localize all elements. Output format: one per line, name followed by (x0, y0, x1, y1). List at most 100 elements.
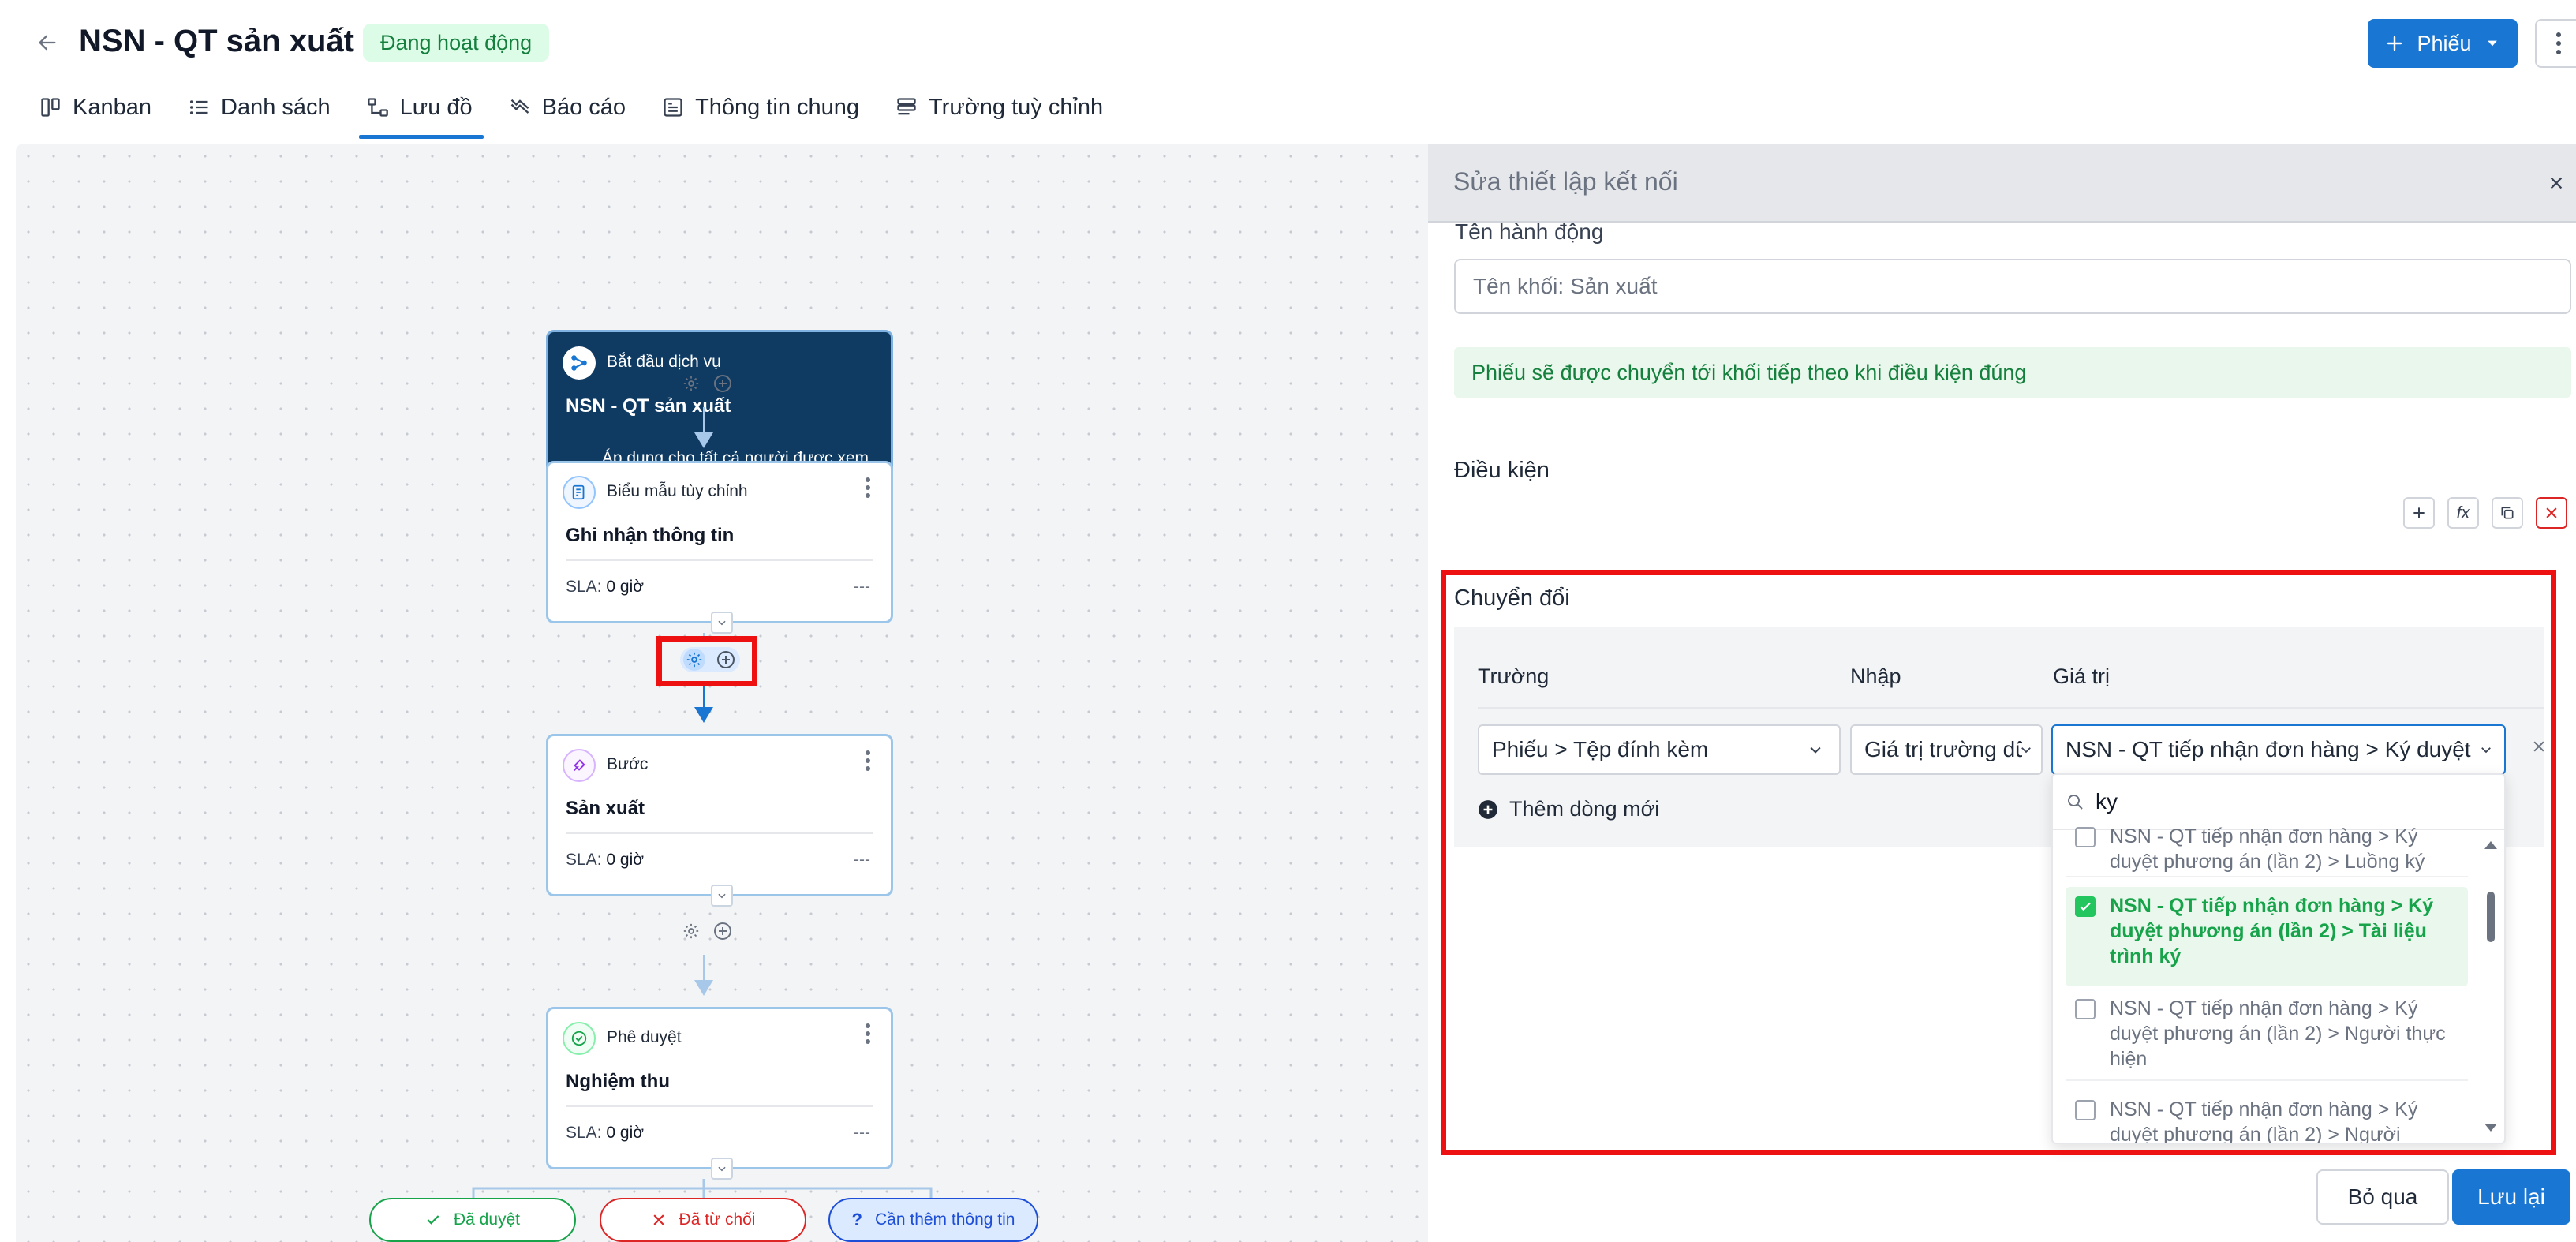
skip-button[interactable]: Bỏ qua (2316, 1169, 2449, 1225)
node-name: Sản xuất (566, 798, 645, 819)
sla-value: 0 giờ (606, 578, 645, 596)
sla-label: SLA: (566, 578, 602, 596)
node-type: Bước (607, 755, 649, 773)
plus-circle-icon (714, 375, 731, 392)
node-sla: SLA: 0 giờ (566, 1124, 644, 1143)
report-icon (510, 99, 529, 114)
plus-icon (2413, 507, 2425, 518)
connector-settings-button[interactable] (680, 920, 702, 942)
caret-down-icon (2487, 40, 2497, 47)
connector-arrow (694, 980, 713, 996)
save-button[interactable]: Lưu lại (2452, 1169, 2570, 1225)
connector-line (703, 955, 705, 982)
outcome-approved[interactable]: Đã duyệt (369, 1198, 576, 1242)
create-ticket-label: Phiếu (2417, 31, 2472, 55)
outcome-label: Đã từ chối (679, 1210, 756, 1229)
plus-icon (2387, 36, 2402, 51)
kebab-icon (2556, 32, 2561, 54)
approval-icon (563, 1022, 596, 1055)
tab-label: Trường tuỳ chỉnh (929, 94, 1104, 120)
node-sla: SLA: 0 giờ (566, 578, 644, 597)
tab-label: Thông tin chung (695, 94, 860, 120)
outcome-label: Đã duyệt (453, 1210, 521, 1229)
node-type: Phê duyệt (607, 1028, 682, 1046)
tab-label: Báo cáo (541, 94, 626, 120)
tab-custom-fields[interactable]: Trường tuỳ chỉnh (895, 85, 1103, 129)
tab-flowchart[interactable]: Lưu đồ (358, 85, 484, 139)
node-menu-button[interactable] (866, 477, 872, 498)
form-icon (563, 476, 596, 509)
close-icon (2550, 177, 2563, 189)
info-message: Phiếu sẽ được chuyển tới khối tiếp theo … (1454, 347, 2571, 398)
sla-value: 0 giờ (606, 851, 645, 869)
connector-arrow-active (694, 707, 713, 723)
sla-extra: --- (854, 578, 870, 596)
connector-controls (680, 920, 734, 942)
sla-label: SLA: (566, 1124, 602, 1142)
node-name: Ghi nhận thông tin (566, 525, 735, 546)
flowchart-icon (367, 98, 388, 117)
action-name-input[interactable]: Tên khối: Sản xuất (1454, 259, 2571, 314)
node-type: Bắt đầu dịch vụ (607, 353, 721, 371)
connector-controls (680, 372, 734, 395)
node-name: NSN - QT sản xuất (566, 395, 731, 417)
connector-settings-button[interactable] (680, 372, 702, 395)
chevron-down-icon (718, 1166, 726, 1172)
add-node-button[interactable] (712, 372, 734, 395)
status-badge: Đang hoạt động (363, 24, 550, 62)
add-node-button[interactable] (712, 920, 734, 942)
collapse-toggle[interactable] (711, 885, 733, 907)
collapse-toggle[interactable] (711, 612, 733, 634)
add-condition-button[interactable] (2403, 497, 2435, 529)
connector-line (703, 407, 705, 434)
back-button[interactable] (32, 27, 63, 58)
flow-canvas[interactable]: Bắt đầu dịch vụ NSN - QT sản xuất Áp dụn… (16, 144, 1428, 1242)
gear-icon (683, 923, 699, 939)
condition-toolbar: fx (2403, 497, 2567, 529)
node-menu-button[interactable] (866, 1023, 872, 1044)
tab-label: Lưu đồ (399, 94, 473, 120)
tab-list[interactable]: Danh sách (188, 85, 331, 129)
connector-arrow (694, 432, 713, 448)
node-name: Nghiệm thu (566, 1071, 670, 1092)
tab-general-info[interactable]: Thông tin chung (662, 85, 859, 129)
sla-extra: --- (854, 1124, 870, 1142)
collapse-toggle[interactable] (711, 1158, 733, 1180)
node-sla: SLA: 0 giờ (566, 851, 644, 870)
highlight-box (656, 636, 757, 686)
tab-kanban[interactable]: Kanban (39, 85, 151, 129)
start-icon (563, 346, 596, 380)
delete-condition-button[interactable] (2536, 497, 2567, 529)
close-panel-button[interactable] (2542, 169, 2570, 197)
node-menu-button[interactable] (866, 750, 872, 771)
x-icon (652, 1214, 664, 1225)
divider (566, 832, 873, 834)
gear-icon (683, 376, 699, 391)
view-tabs: Kanban Danh sách Lưu đồ Báo cáo Thông ti… (39, 85, 1139, 139)
outcome-rejected[interactable]: Đã từ chối (600, 1198, 806, 1242)
arrow-left-icon (39, 35, 56, 51)
info-icon (664, 98, 682, 117)
flow-node-approval[interactable]: Phê duyệt Nghiệm thu SLA: 0 giờ --- (546, 1007, 893, 1180)
copy-button[interactable] (2492, 497, 2523, 529)
outcome-label: Cần thêm thông tin (875, 1210, 1015, 1229)
flow-node-form[interactable]: Biểu mẫu tùy chỉnh Ghi nhận thông tin SL… (546, 461, 893, 634)
check-icon (427, 1215, 439, 1225)
question-icon: ? (851, 1210, 862, 1229)
panel-title: Sửa thiết lập kết nối (1453, 167, 1678, 196)
close-icon (2546, 507, 2557, 518)
chevron-down-icon (718, 893, 726, 899)
sla-extra: --- (854, 851, 870, 869)
more-options-button[interactable] (2535, 19, 2576, 68)
sla-value: 0 giờ (606, 1124, 645, 1142)
flow-node-step[interactable]: Bước Sản xuất SLA: 0 giờ --- (546, 734, 893, 907)
divider (566, 1105, 873, 1107)
chevron-down-icon (718, 620, 726, 626)
list-icon (189, 100, 208, 114)
create-ticket-button[interactable]: Phiếu (2368, 19, 2518, 68)
highlight-frame (1441, 570, 2556, 1155)
formula-button[interactable]: fx (2447, 497, 2479, 529)
condition-label: Điều kiện (1454, 458, 1550, 483)
tab-report[interactable]: Báo cáo (509, 85, 626, 129)
outcome-need-info[interactable]: ? Cần thêm thông tin (828, 1198, 1038, 1242)
